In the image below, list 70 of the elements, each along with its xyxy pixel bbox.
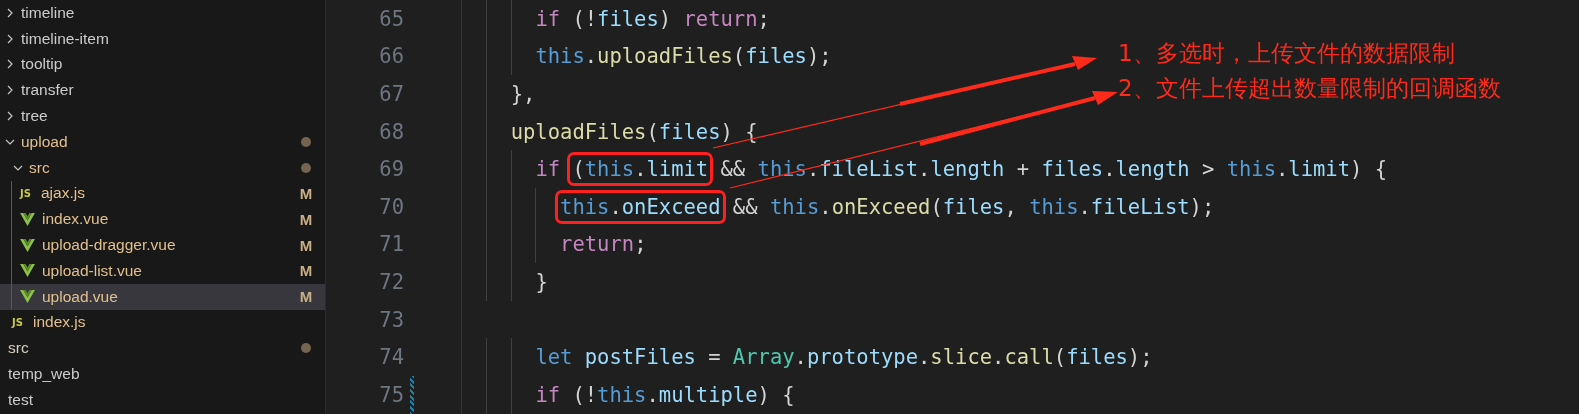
tree-item[interactable]: JS ajax.js M — [0, 180, 325, 207]
file-name: upload-dragger.vue — [42, 236, 176, 255]
js-file-icon: JS — [12, 316, 25, 328]
tree-item[interactable]: timeline — [0, 0, 325, 26]
line-number: 67 — [378, 82, 404, 106]
line-number: 72 — [378, 269, 404, 294]
tree-item[interactable]: upload.vue M — [0, 283, 325, 310]
file-name: tooltip — [21, 55, 63, 74]
git-status: M — [299, 210, 313, 228]
tree-item[interactable]: upload-list.vue M — [0, 257, 325, 284]
tree-item[interactable]: test — [0, 386, 325, 413]
file-name: tree — [21, 107, 48, 126]
line-number: 70 — [378, 194, 404, 219]
git-status: M — [299, 236, 313, 254]
tree-item[interactable]: upload — [0, 129, 325, 155]
code-line: if (!this.multiple) { — [534, 381, 796, 409]
file-name: timeline-item — [21, 29, 109, 48]
tree-item[interactable]: upload-dragger.vue M — [0, 232, 325, 258]
file-name: index.js — [33, 313, 86, 332]
tree-item[interactable]: transfer — [0, 77, 325, 104]
file-name: timeline — [21, 3, 75, 22]
tree-item[interactable]: src — [0, 335, 325, 362]
file-name: upload.vue — [42, 287, 118, 306]
annotation-text: 1、多选时，上传文件的数据限制 — [1118, 39, 1456, 68]
file-name: upload-list.vue — [42, 261, 142, 280]
modified-dot — [301, 343, 311, 354]
line-number: 71 — [378, 232, 404, 257]
tree-item[interactable]: timeline-item — [0, 25, 325, 52]
folder-name: src — [8, 339, 29, 358]
line-number: 69 — [378, 157, 404, 182]
code-line: if (!files) return; — [534, 5, 771, 33]
file-name: transfer — [21, 81, 74, 100]
code-line: return; — [559, 231, 648, 259]
vue-file-icon — [20, 238, 35, 252]
line-number: 75 — [378, 382, 404, 407]
tree-item[interactable]: JS index.js — [0, 309, 325, 336]
vue-file-icon — [20, 290, 35, 304]
file-name: ajax.js — [41, 184, 85, 203]
file-name: upload — [21, 132, 68, 151]
tree-item[interactable]: tooltip — [0, 51, 325, 78]
js-file-icon: JS — [20, 187, 33, 199]
annotation-text: 2、文件上传超出数量限制的回调函数 — [1118, 74, 1501, 103]
code-line: } — [534, 268, 549, 296]
tree-item[interactable]: src — [0, 154, 325, 181]
tree-item[interactable]: index.vue M — [0, 206, 325, 233]
code-line: if (this.limit && this.fileList.length + files.length > this.limit) { — [528, 151, 1395, 188]
line-number: 65 — [378, 6, 404, 31]
modified-dot — [301, 136, 311, 147]
code-line: this.uploadFiles(files); — [534, 43, 833, 71]
line-number: 68 — [378, 119, 404, 144]
code-line: this.onExceed && this.onExceed(files, this.fileList); — [553, 188, 1222, 225]
vue-file-icon — [20, 212, 35, 226]
line-number: 73 — [378, 307, 404, 332]
tree-item[interactable]: tree — [0, 103, 325, 129]
git-status: M — [299, 262, 313, 280]
code-line: }, — [509, 81, 537, 108]
git-status: M — [299, 288, 313, 306]
git-status: M — [299, 184, 313, 202]
code-line: let postFiles = Array.prototype.slice.call(files); — [534, 344, 1154, 372]
line-number: 74 — [378, 345, 404, 370]
line-number: 66 — [378, 44, 404, 69]
folder-name: temp_web — [8, 365, 80, 384]
file-name: src — [29, 158, 50, 177]
file-name: index.vue — [42, 210, 109, 229]
modified-dot — [301, 162, 311, 173]
change-marker — [410, 375, 414, 414]
folder-name: test — [8, 390, 33, 409]
tree-item[interactable]: temp_web — [0, 361, 325, 387]
code-line: uploadFiles(files) { — [509, 118, 759, 146]
vue-file-icon — [20, 264, 35, 278]
